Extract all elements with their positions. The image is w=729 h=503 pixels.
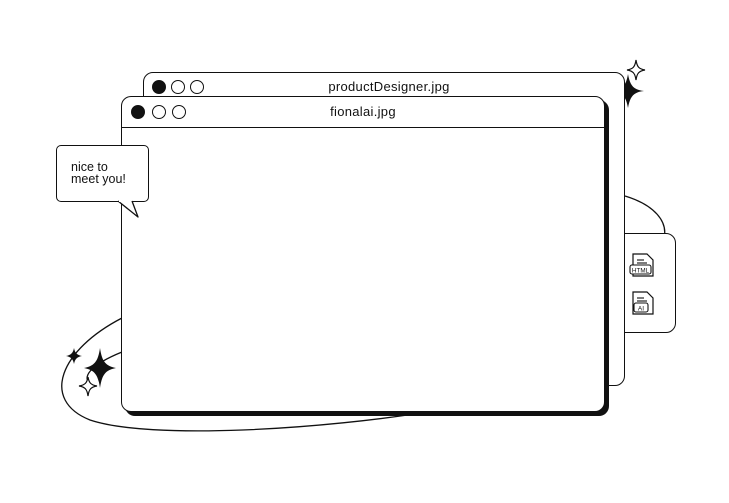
sparkle-small-icon [66, 348, 82, 364]
speech-bubble: nice to meet you! [56, 145, 149, 202]
svg-text:AI: AI [638, 305, 644, 312]
window-title: fionalai.jpg [330, 104, 396, 119]
svg-text:HTML: HTML [632, 267, 650, 274]
sparkle-outline-icon [626, 59, 646, 81]
speech-bubble-line: meet you! [71, 172, 126, 186]
window-titlebar[interactable]: fionalai.jpg [122, 97, 604, 128]
window-title: productDesigner.jpg [328, 79, 450, 94]
sparkle-outline-icon [78, 376, 98, 397]
html-file-icon[interactable]: HTML [629, 253, 654, 277]
ai-file-icon[interactable]: AI [632, 291, 654, 315]
window-content [122, 128, 604, 411]
window-fionalai[interactable]: fionalai.jpg [121, 96, 605, 412]
orbit-line-right [624, 195, 666, 239]
